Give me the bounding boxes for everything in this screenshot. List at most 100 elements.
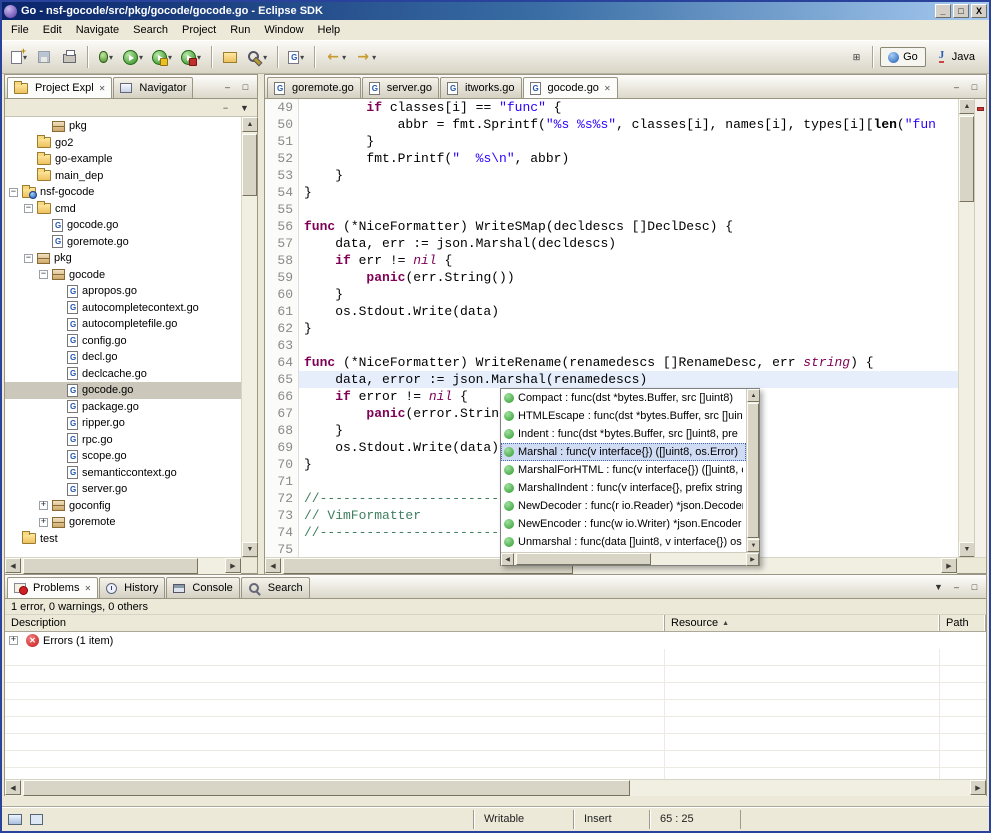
perspective-go[interactable]: Go [880, 47, 926, 67]
tree-item-goremote-go[interactable]: goremote.go [5, 234, 241, 251]
tree-item-main-dep[interactable]: main_dep [5, 168, 241, 185]
tree-item-declcache-go[interactable]: declcache.go [5, 366, 241, 383]
forward-button[interactable]: ▾ [352, 45, 379, 69]
tab-server-go[interactable]: server.go [362, 77, 439, 98]
minimize-view-icon[interactable]: – [948, 79, 965, 94]
collapse-icon[interactable]: − [39, 270, 48, 279]
tree-item-package-go[interactable]: package.go [5, 399, 241, 416]
tree-item-decl-go[interactable]: decl.go [5, 349, 241, 366]
tab-goremote-go[interactable]: goremote.go [267, 77, 361, 98]
minimize-view-icon[interactable]: – [948, 579, 965, 594]
external-tools-button[interactable]: ▾ [178, 45, 204, 69]
view-menu-icon[interactable]: ▼ [930, 579, 947, 594]
scrollbar-thumb[interactable] [23, 780, 630, 796]
new-go-element-button[interactable]: ▾ [285, 45, 307, 69]
scrollbar-thumb[interactable] [747, 403, 759, 538]
debug-button[interactable]: ▾ [95, 45, 117, 69]
collapse-icon[interactable]: − [24, 204, 33, 213]
tree-item-nsf-gocode[interactable]: −nsf-gocode [5, 184, 241, 201]
tab-history[interactable]: History [99, 577, 165, 598]
tree-item-scope-go[interactable]: scope.go [5, 448, 241, 465]
expand-icon[interactable]: + [39, 501, 48, 510]
tree-item-gocode[interactable]: −gocode [5, 267, 241, 284]
scroll-right-icon[interactable]: ▶ [941, 558, 957, 573]
completion-item[interactable]: Indent : func(dst *bytes.Buffer, src []u… [501, 425, 746, 443]
tab-project-expl[interactable]: Project Expl✕ [7, 77, 112, 98]
tree-item-apropos-go[interactable]: apropos.go [5, 283, 241, 300]
expand-icon[interactable]: + [39, 518, 48, 527]
overview-ruler[interactable] [974, 99, 986, 557]
dropdown-arrow-icon[interactable]: ▾ [109, 53, 113, 62]
menu-file[interactable]: File [4, 22, 36, 38]
scrollbar-track[interactable] [514, 553, 746, 565]
tree-item-go2[interactable]: go2 [5, 135, 241, 152]
maximize-view-icon[interactable]: □ [966, 79, 983, 94]
close-icon[interactable]: ✕ [99, 84, 106, 93]
close-button[interactable]: X [971, 4, 987, 18]
tree-item-autocompletecontext-go[interactable]: autocompletecontext.go [5, 300, 241, 317]
tab-itworks-go[interactable]: itworks.go [440, 77, 522, 98]
tree-item-autocompletefile-go[interactable]: autocompletefile.go [5, 316, 241, 333]
scroll-up-icon[interactable]: ▲ [242, 117, 258, 132]
dropdown-arrow-icon[interactable]: ▾ [168, 53, 172, 62]
menu-edit[interactable]: Edit [36, 22, 69, 38]
column-path[interactable]: Path [940, 615, 986, 631]
scrollbar-thumb[interactable] [959, 116, 974, 202]
scroll-down-icon[interactable]: ▼ [242, 542, 258, 557]
scrollbar-track[interactable] [21, 780, 970, 796]
close-icon[interactable]: ✕ [84, 584, 91, 593]
scroll-right-icon[interactable]: ▶ [225, 558, 241, 573]
tree-item-pkg[interactable]: −pkg [5, 250, 241, 267]
error-marker-icon[interactable] [977, 107, 984, 111]
scrollbar-thumb[interactable] [516, 553, 651, 565]
tree-item-test[interactable]: test [5, 531, 241, 548]
scrollbar-thumb[interactable] [23, 558, 198, 574]
scrollbar-track[interactable] [242, 132, 257, 542]
dropdown-arrow-icon[interactable]: ▾ [342, 53, 346, 62]
collapse-all-icon[interactable]: − [217, 100, 234, 115]
maximize-view-icon[interactable]: □ [237, 79, 254, 94]
scroll-left-icon[interactable]: ◀ [5, 780, 21, 795]
menu-help[interactable]: Help [311, 22, 348, 38]
tree-item-pkg[interactable]: pkg [5, 118, 241, 135]
print-button[interactable] [58, 45, 80, 69]
column-description[interactable]: Description [5, 615, 665, 631]
perspective-java[interactable]: Java [929, 47, 983, 67]
menu-search[interactable]: Search [126, 22, 175, 38]
scroll-up-icon[interactable]: ▲ [747, 389, 760, 402]
search-button[interactable]: ▾ [244, 45, 270, 69]
open-perspective-button[interactable]: ⊞ [848, 50, 865, 65]
tab-navigator[interactable]: Navigator [113, 77, 193, 98]
tree-item-config-go[interactable]: config.go [5, 333, 241, 350]
scroll-right-icon[interactable]: ▶ [746, 553, 759, 566]
collapse-icon[interactable]: − [24, 254, 33, 263]
save-button[interactable] [33, 45, 55, 69]
popup-horizontal-scrollbar[interactable]: ◀ ▶ [501, 552, 759, 565]
completion-item[interactable]: HTMLEscape : func(dst *bytes.Buffer, src… [501, 407, 746, 425]
back-button[interactable]: ▾ [322, 45, 349, 69]
tab-gocode-go[interactable]: gocode.go✕ [523, 77, 618, 98]
tree-item-goremote[interactable]: +goremote [5, 514, 241, 531]
expand-icon[interactable]: + [9, 636, 18, 645]
explorer-horizontal-scrollbar[interactable]: ◀ ▶ [5, 558, 241, 574]
editor-vertical-scrollbar[interactable]: ▲ ▼ [958, 99, 974, 557]
column-resource[interactable]: Resource▲ [665, 615, 940, 631]
scroll-left-icon[interactable]: ◀ [265, 558, 281, 573]
dropdown-arrow-icon[interactable]: ▾ [139, 53, 143, 62]
dropdown-arrow-icon[interactable]: ▾ [263, 53, 267, 62]
new-go-project-button[interactable] [219, 45, 241, 69]
menu-navigate[interactable]: Navigate [69, 22, 126, 38]
completion-item[interactable]: Compact : func(dst *bytes.Buffer, src []… [501, 389, 746, 407]
view-menu-icon[interactable]: ▼ [236, 100, 253, 115]
run-last-tool-button[interactable]: ▾ [149, 45, 175, 69]
tree-item-goconfig[interactable]: +goconfig [5, 498, 241, 515]
tree-item-ripper-go[interactable]: ripper.go [5, 415, 241, 432]
tree-item-rpc-go[interactable]: rpc.go [5, 432, 241, 449]
run-button[interactable]: ▾ [120, 45, 146, 69]
completion-item[interactable]: MarshalForHTML : func(v interface{}) ([]… [501, 461, 746, 479]
minimize-view-icon[interactable]: – [219, 79, 236, 94]
scroll-down-icon[interactable]: ▼ [747, 539, 760, 552]
explorer-vertical-scrollbar[interactable]: ▲ ▼ [241, 117, 257, 557]
scroll-left-icon[interactable]: ◀ [501, 553, 514, 566]
tree-item-gocode-go[interactable]: gocode.go [5, 217, 241, 234]
